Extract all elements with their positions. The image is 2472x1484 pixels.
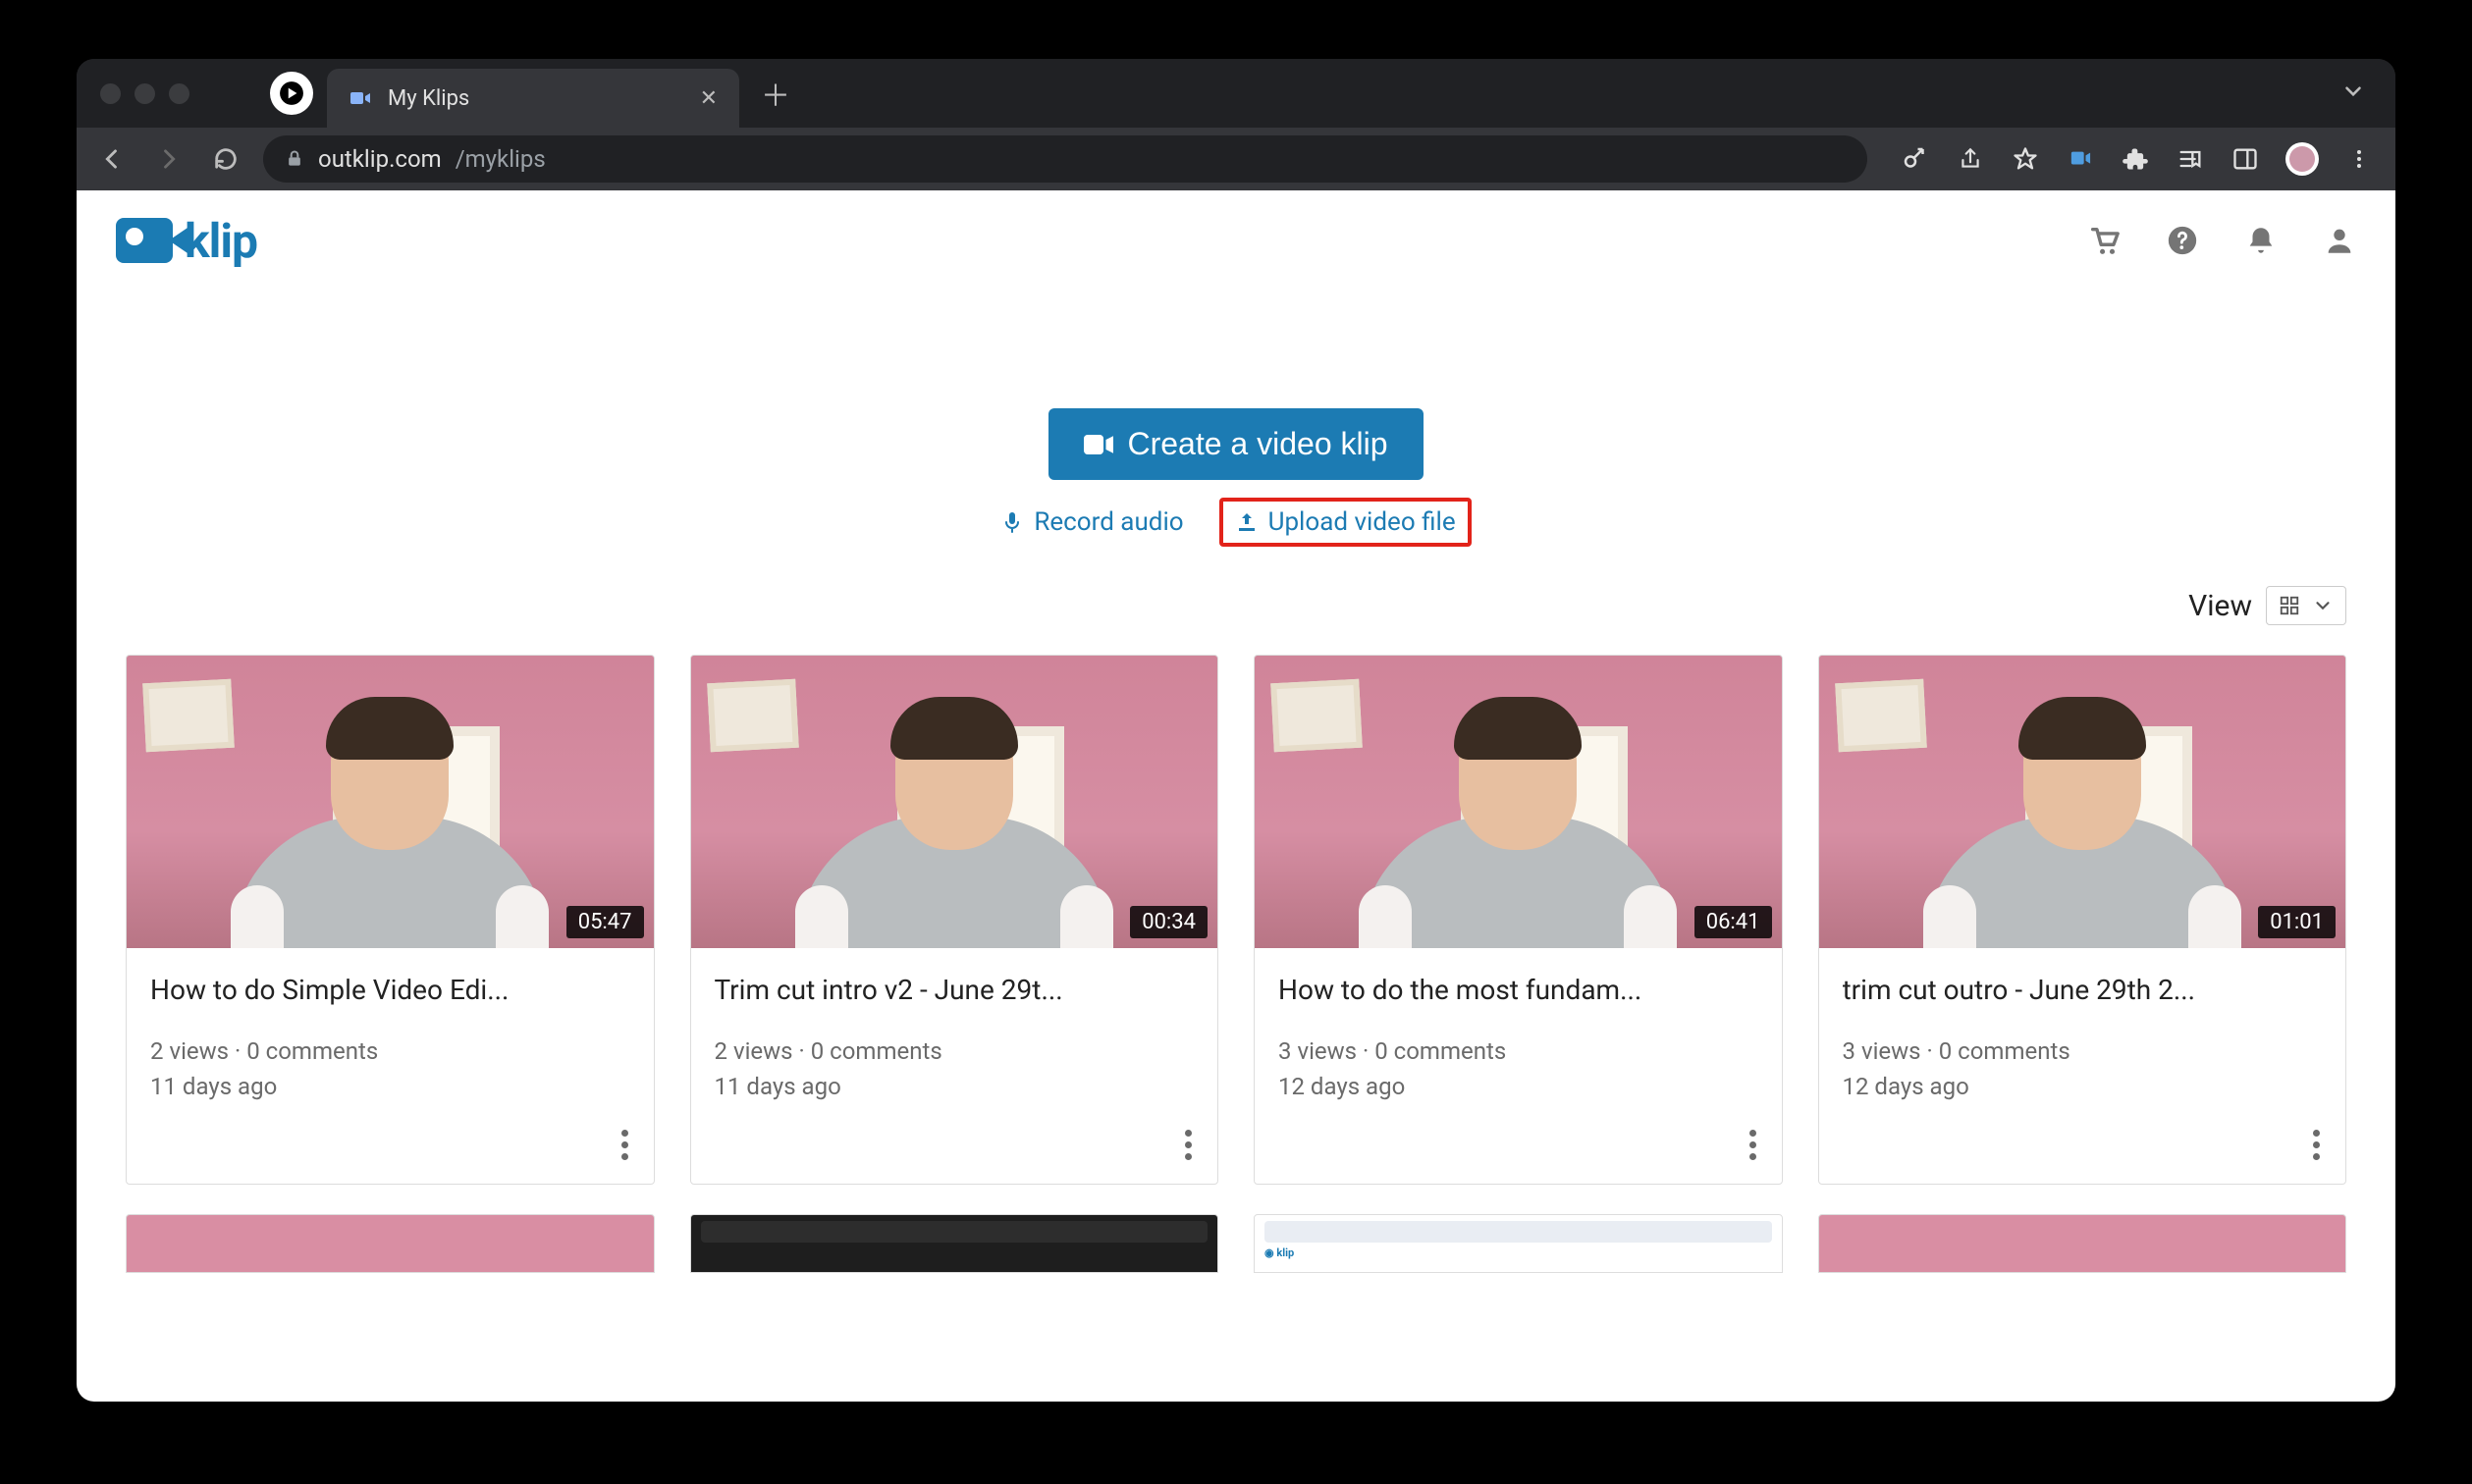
view-toggle-row: View [77, 547, 2395, 641]
duration-badge: 00:34 [1130, 906, 1208, 938]
video-thumbnail[interactable]: 05:47 [127, 656, 654, 948]
bookmark-star-icon[interactable] [2011, 144, 2040, 174]
record-audio-label: Record audio [1034, 507, 1183, 537]
upload-icon [1235, 510, 1259, 534]
video-meta-age: 12 days ago [1843, 1069, 2323, 1104]
view-mode-select[interactable] [2266, 586, 2346, 625]
toolbar: outklip.com/myklips [77, 128, 2395, 190]
card-menu-button[interactable] [616, 1124, 634, 1166]
app-header: klip [77, 190, 2395, 291]
extensions-icon[interactable] [2121, 144, 2150, 174]
tab-overflow-button[interactable] [2340, 79, 2378, 108]
upload-video-label: Upload video file [1268, 507, 1456, 537]
video-title: Trim cut intro v2 - June 29t... [715, 974, 1195, 1006]
video-meta-views: 3 views · 0 comments [1843, 1034, 2323, 1069]
video-camera-icon [1084, 434, 1113, 455]
hero-actions: Create a video klip Record audio Upload … [77, 408, 2395, 547]
card-menu-button[interactable] [2307, 1124, 2326, 1166]
record-audio-link[interactable]: Record audio [1000, 507, 1183, 537]
forward-button[interactable] [149, 139, 188, 179]
window-minimize-button[interactable] [134, 83, 155, 104]
chevron-down-icon [2312, 595, 2334, 616]
camera-icon [349, 86, 372, 110]
bell-icon[interactable] [2244, 224, 2278, 257]
side-panel-icon[interactable] [2230, 144, 2260, 174]
video-meta-views: 2 views · 0 comments [150, 1034, 630, 1069]
page-content: klip Create a video klip Record audio [77, 190, 2395, 1402]
duration-badge: 05:47 [566, 906, 644, 938]
duration-badge: 01:01 [2258, 906, 2336, 938]
active-tab[interactable]: My Klips ✕ [327, 69, 739, 128]
new-tab-button[interactable]: ＋ [761, 72, 790, 115]
toolbar-actions [1885, 142, 2380, 176]
reading-list-icon[interactable] [2176, 144, 2205, 174]
card-menu-button[interactable] [1179, 1124, 1198, 1166]
user-icon[interactable] [2323, 224, 2356, 257]
url-host: outklip.com [318, 145, 442, 173]
window-close-button[interactable] [100, 83, 121, 104]
video-meta-age: 12 days ago [1278, 1069, 1758, 1104]
video-title: How to do Simple Video Edi... [150, 974, 630, 1006]
video-title: How to do the most fundam... [1278, 974, 1758, 1006]
create-video-klip-button[interactable]: Create a video klip [1048, 408, 1423, 480]
video-meta-age: 11 days ago [150, 1069, 630, 1104]
window-zoom-button[interactable] [169, 83, 189, 104]
video-card[interactable]: 06:41 How to do the most fundam... 3 vie… [1254, 655, 1783, 1185]
cart-icon[interactable] [2087, 224, 2121, 257]
grid-icon [2279, 595, 2300, 616]
lock-icon [285, 149, 304, 169]
create-button-label: Create a video klip [1127, 426, 1387, 462]
extension-camera-icon[interactable] [2066, 144, 2095, 174]
card-menu-button[interactable] [1744, 1124, 1762, 1166]
video-meta-age: 11 days ago [715, 1069, 1195, 1104]
microphone-icon [1000, 510, 1024, 534]
window-controls [94, 83, 217, 104]
video-thumbnail-partial[interactable] [690, 1214, 1219, 1273]
video-thumbnail-partial[interactable] [126, 1214, 655, 1273]
video-meta-views: 3 views · 0 comments [1278, 1034, 1758, 1069]
profile-avatar[interactable] [2285, 142, 2319, 176]
video-thumbnail-partial[interactable]: ◉ klip [1254, 1214, 1783, 1273]
address-bar[interactable]: outklip.com/myklips [263, 135, 1867, 183]
view-label: View [2188, 589, 2252, 623]
browser-menu-icon[interactable] [2344, 144, 2374, 174]
duration-badge: 06:41 [1694, 906, 1772, 938]
password-key-icon[interactable] [1901, 144, 1930, 174]
video-meta-views: 2 views · 0 comments [715, 1034, 1195, 1069]
secondary-actions: Record audio Upload video file [1000, 498, 1471, 547]
video-thumbnail[interactable]: 00:34 [691, 656, 1218, 948]
video-thumbnail-partial[interactable] [1818, 1214, 2347, 1273]
video-grid-row-2: ◉ klip [77, 1185, 2395, 1273]
video-grid: 05:47 How to do Simple Video Edi... 2 vi… [77, 641, 2395, 1185]
video-title: trim cut outro - June 29th 2... [1843, 974, 2323, 1006]
pinned-tab-icon [279, 80, 304, 106]
share-icon[interactable] [1956, 144, 1985, 174]
reload-button[interactable] [206, 139, 245, 179]
logo-text: klip [185, 213, 257, 269]
back-button[interactable] [92, 139, 132, 179]
chevron-down-icon [2340, 79, 2366, 104]
video-thumbnail[interactable]: 01:01 [1819, 656, 2346, 948]
tab-strip: My Klips ✕ ＋ [77, 59, 2395, 128]
header-actions [2087, 224, 2356, 257]
video-thumbnail[interactable]: 06:41 [1255, 656, 1782, 948]
tab-title: My Klips [388, 86, 469, 111]
tab-close-button[interactable]: ✕ [700, 86, 718, 111]
upload-video-link[interactable]: Upload video file [1219, 498, 1472, 547]
video-card[interactable]: 01:01 trim cut outro - June 29th 2... 3 … [1818, 655, 2347, 1185]
video-card[interactable]: 00:34 Trim cut intro v2 - June 29t... 2 … [690, 655, 1219, 1185]
app-logo[interactable]: klip [116, 213, 257, 269]
browser-window: My Klips ✕ ＋ outklip.com/myklips [77, 59, 2395, 1402]
help-icon[interactable] [2166, 224, 2199, 257]
video-card[interactable]: 05:47 How to do Simple Video Edi... 2 vi… [126, 655, 655, 1185]
logo-mark-icon [116, 218, 173, 263]
url-path: /myklips [456, 145, 546, 173]
pinned-tab[interactable] [270, 72, 313, 115]
